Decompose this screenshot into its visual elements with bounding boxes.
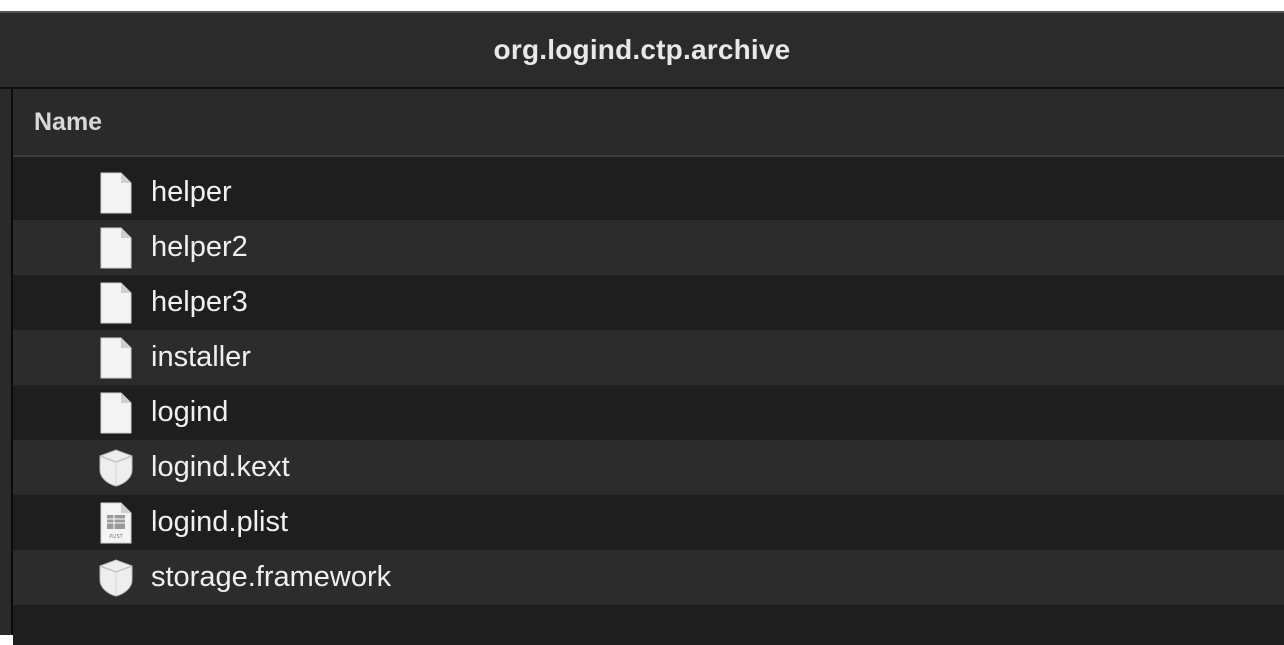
column-header-name[interactable]: Name xyxy=(13,89,1284,157)
file-name: logind xyxy=(151,396,229,428)
document-icon xyxy=(97,171,135,215)
file-name: storage.framework xyxy=(151,561,392,593)
file-name: helper xyxy=(151,176,232,208)
file-row-helper2[interactable]: helper2 xyxy=(13,220,1284,275)
document-icon xyxy=(97,336,135,380)
file-list: helper helper2 helper3 installer logind … xyxy=(13,165,1284,645)
file-name: logind.plist xyxy=(151,506,289,538)
bundle-icon xyxy=(97,556,135,600)
file-name: installer xyxy=(151,341,251,373)
file-name: logind.kext xyxy=(151,451,290,483)
document-icon xyxy=(97,226,135,270)
file-row-logind-plist[interactable]: PLIST logind.plist xyxy=(13,495,1284,550)
file-name: helper2 xyxy=(151,231,248,263)
empty-row xyxy=(13,605,1284,645)
bundle-icon xyxy=(97,446,135,490)
file-list-view: Name helper helper2 helper3 installer lo… xyxy=(0,89,1284,645)
plist-icon-caption: PLIST xyxy=(109,534,123,540)
plist-icon: PLIST xyxy=(97,501,135,545)
file-row-storage-framework[interactable]: storage.framework xyxy=(13,550,1284,605)
file-row-helper[interactable]: helper xyxy=(13,165,1284,220)
file-row-installer[interactable]: installer xyxy=(13,330,1284,385)
document-icon xyxy=(97,391,135,435)
window-title: org.logind.ctp.archive xyxy=(493,34,791,65)
file-row-logind[interactable]: logind xyxy=(13,385,1284,440)
file-row-logind-kext[interactable]: logind.kext xyxy=(13,440,1284,495)
column-header-label: Name xyxy=(34,107,103,136)
sidebar-edge xyxy=(0,89,13,635)
title-bar[interactable]: org.logind.ctp.archive xyxy=(0,13,1284,89)
file-row-helper3[interactable]: helper3 xyxy=(13,275,1284,330)
finder-window: org.logind.ctp.archive Name helper helpe… xyxy=(0,11,1284,645)
document-icon xyxy=(97,281,135,325)
file-name: helper3 xyxy=(151,286,248,318)
